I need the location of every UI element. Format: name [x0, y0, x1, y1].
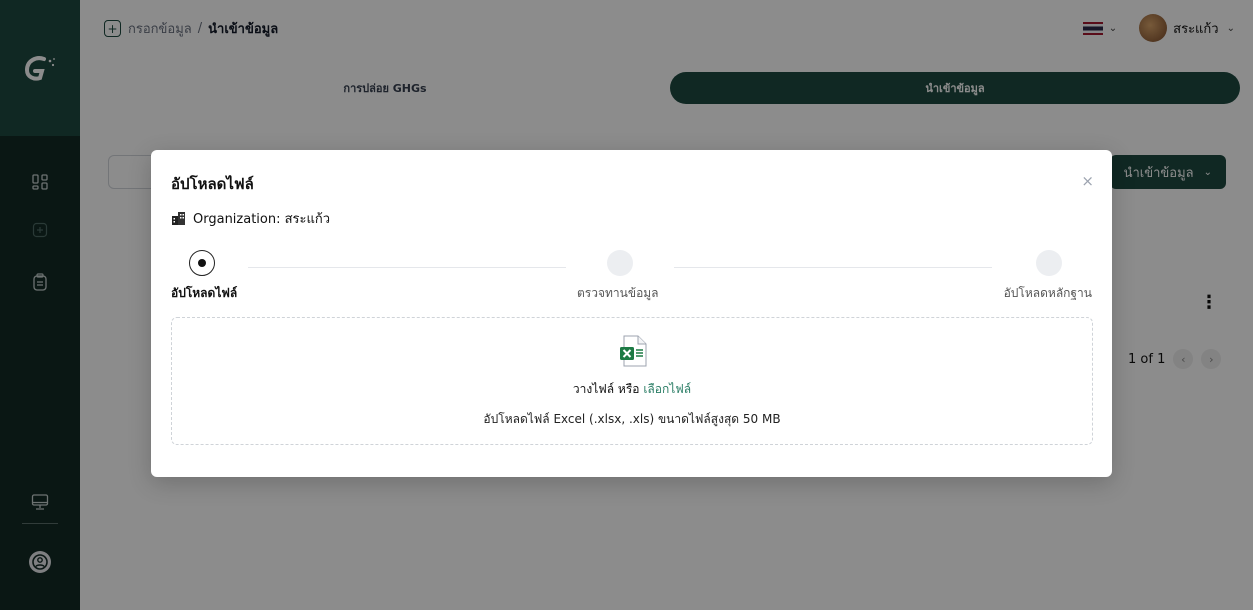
- building-icon: [172, 212, 185, 225]
- step-1-indicator: [189, 250, 215, 276]
- organization-line: Organization: สระแก้ว: [171, 208, 330, 229]
- step-3-indicator: [1036, 250, 1062, 276]
- dropzone-prompt-text: วางไฟล์ หรือ: [572, 382, 640, 396]
- dropzone-hint: อัปโหลดไฟล์ Excel (.xlsx, .xls) ขนาดไฟล์…: [483, 412, 781, 426]
- modal-title: อัปโหลดไฟล์: [171, 175, 254, 193]
- step-3-label: อัปโหลดหลักฐาน: [1003, 286, 1092, 300]
- close-icon[interactable]: ×: [1081, 172, 1094, 190]
- step-connector-1: [248, 267, 566, 268]
- organization-name: Organization: สระแก้ว: [193, 212, 331, 227]
- dropzone-prompt: วางไฟล์ หรือ เลือกไฟล์: [172, 380, 1092, 399]
- step-2-indicator: [607, 250, 633, 276]
- excel-file-icon: [620, 335, 647, 367]
- step-2-label: ตรวจทานข้อมูล: [577, 286, 659, 300]
- upload-file-modal: อัปโหลดไฟล์ × Organization: สระแก้ว อัปโ…: [151, 150, 1112, 477]
- step-1-label: อัปโหลดไฟล์: [171, 286, 238, 300]
- choose-file-link[interactable]: เลือกไฟล์: [643, 382, 691, 396]
- file-dropzone[interactable]: วางไฟล์ หรือ เลือกไฟล์ อัปโหลดไฟล์ Excel…: [171, 317, 1093, 445]
- step-connector-2: [674, 267, 992, 268]
